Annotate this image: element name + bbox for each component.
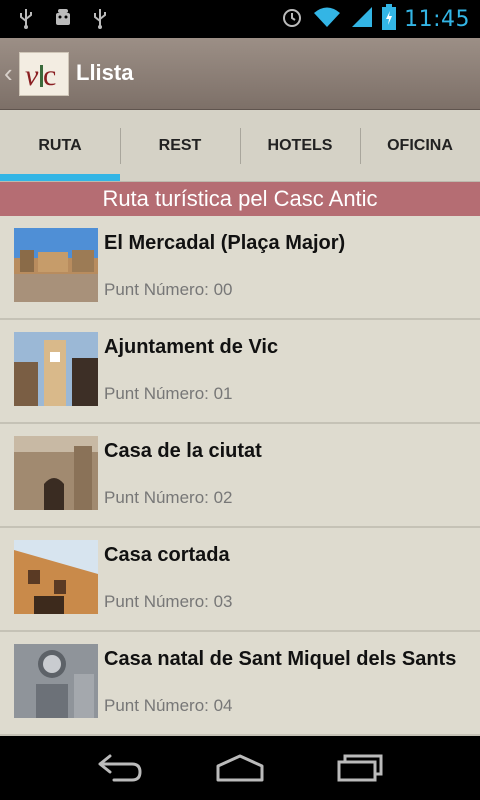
- item-title: Casa de la ciutat: [104, 440, 262, 462]
- signal-icon: [350, 5, 374, 34]
- poi-list: El Mercadal (Plaça Major) Punt Número: 0…: [0, 216, 480, 736]
- wifi-icon: [312, 5, 342, 34]
- tab-rest[interactable]: REST: [120, 110, 240, 181]
- item-subtitle: Punt Número: 04: [104, 696, 233, 715]
- thumbnail-image: [14, 540, 98, 614]
- app-logo[interactable]: v c: [19, 52, 69, 96]
- navigation-bar: [0, 736, 480, 800]
- usb-icon: [92, 7, 108, 29]
- item-subtitle: Punt Número: 01: [104, 384, 233, 403]
- status-bar: 11:45: [0, 0, 480, 38]
- tab-hotels[interactable]: HOTELS: [240, 110, 360, 181]
- alarm-icon: [280, 5, 304, 34]
- list-item[interactable]: Ajuntament de Vic Punt Número: 01: [0, 320, 480, 424]
- thumbnail-image: [14, 644, 98, 718]
- battery-icon: [382, 4, 397, 35]
- list-item[interactable]: Casa de la ciutat Punt Número: 02: [0, 424, 480, 528]
- item-subtitle: Punt Número: 02: [104, 488, 233, 507]
- thumbnail-image: [14, 332, 98, 406]
- section-header: Ruta turística pel Casc Antic: [0, 182, 480, 216]
- back-icon[interactable]: [90, 752, 150, 784]
- item-title: Ajuntament de Vic: [104, 336, 279, 358]
- usb-icon: [18, 7, 34, 29]
- home-icon[interactable]: [210, 752, 270, 784]
- item-subtitle: Punt Número: 03: [104, 592, 233, 611]
- thumbnail-image: [14, 228, 98, 302]
- action-bar: ‹ v c Llista: [0, 38, 480, 110]
- item-subtitle: Punt Número: 00: [104, 280, 233, 299]
- recent-apps-icon[interactable]: [330, 752, 390, 784]
- clock: 11:45: [404, 7, 470, 32]
- item-title: El Mercadal (Plaça Major): [104, 232, 346, 254]
- list-item[interactable]: Casa cortada Punt Número: 03: [0, 528, 480, 632]
- up-chevron-icon[interactable]: ‹: [4, 60, 13, 86]
- item-title: Casa natal de Sant Miquel dels Sants: [104, 648, 457, 670]
- tab-oficina[interactable]: OFICINA: [360, 110, 480, 181]
- item-title: Casa cortada: [104, 544, 230, 566]
- android-debug-icon: [52, 7, 74, 29]
- thumbnail-image: [14, 436, 98, 510]
- tab-bar: RUTA REST HOTELS OFICINA: [0, 110, 480, 182]
- list-item[interactable]: El Mercadal (Plaça Major) Punt Número: 0…: [0, 216, 480, 320]
- logo-letter-v: v: [25, 59, 39, 92]
- page-title: Llista: [76, 60, 134, 85]
- tab-ruta[interactable]: RUTA: [0, 110, 120, 181]
- list-item[interactable]: Casa natal de Sant Miquel dels Sants Pun…: [0, 632, 480, 736]
- svg-text:c: c: [43, 59, 56, 92]
